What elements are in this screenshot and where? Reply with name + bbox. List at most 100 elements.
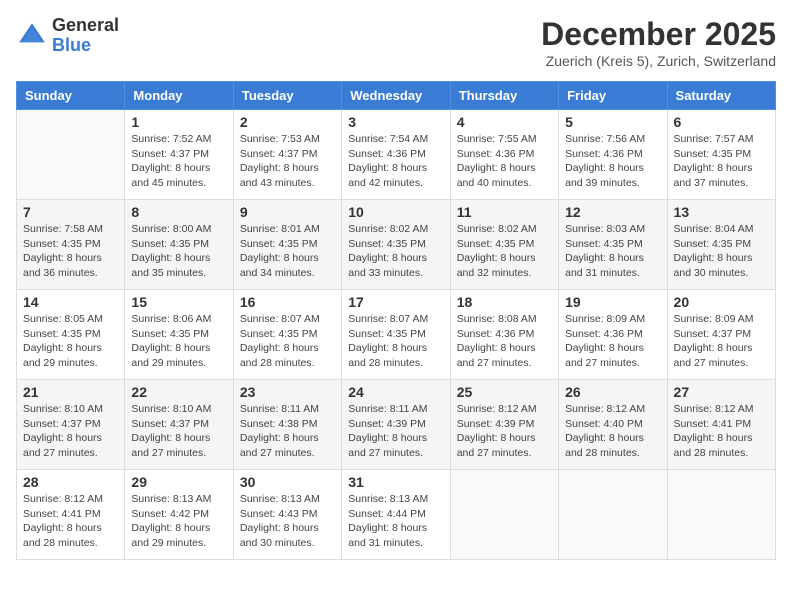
header-saturday: Saturday [667,82,775,110]
calendar-cell: 11 Sunrise: 8:02 AM Sunset: 4:35 PM Dayli… [450,200,558,290]
day-info: Sunrise: 8:05 AM Sunset: 4:35 PM Dayligh… [23,312,118,371]
day-info: Sunrise: 7:53 AM Sunset: 4:37 PM Dayligh… [240,132,335,191]
calendar-cell [559,470,667,560]
day-number: 3 [348,114,443,130]
day-number: 14 [23,294,118,310]
day-number: 15 [131,294,226,310]
day-info: Sunrise: 8:13 AM Sunset: 4:43 PM Dayligh… [240,492,335,551]
calendar-cell: 9Sunrise: 8:01 AM Sunset: 4:35 PM Daylig… [233,200,341,290]
calendar-cell: 25 Sunrise: 8:12 AM Sunset: 4:39 PM Dayli… [450,380,558,470]
day-number: 28 [23,474,118,490]
calendar-week-row: 28 Sunrise: 8:12 AM Sunset: 4:41 PM Dayli… [17,470,776,560]
calendar-cell: 1 Sunrise: 7:52 AM Sunset: 4:37 PM Daylig… [125,110,233,200]
calendar-cell: 3 Sunrise: 7:54 AM Sunset: 4:36 PM Daylig… [342,110,450,200]
day-number: 11 [457,204,552,220]
day-info: Sunrise: 8:12 AM Sunset: 4:39 PM Dayligh… [457,402,552,461]
day-info: Sunrise: 8:12 AM Sunset: 4:41 PM Dayligh… [23,492,118,551]
day-info: Sunrise: 8:12 AM Sunset: 4:41 PM Dayligh… [674,402,769,461]
day-number: 1 [131,114,226,130]
header-sunday: Sunday [17,82,125,110]
day-number: 13 [674,204,769,220]
calendar-header-row: SundayMondayTuesdayWednesdayThursdayFrid… [17,82,776,110]
calendar-cell: 8 Sunrise: 8:00 AM Sunset: 4:35 PM Daylig… [125,200,233,290]
day-info: Sunrise: 8:02 AM Sunset: 4:35 PM Dayligh… [457,222,552,281]
day-info: Sunrise: 7:55 AM Sunset: 4:36 PM Dayligh… [457,132,552,191]
day-number: 2 [240,114,335,130]
header-monday: Monday [125,82,233,110]
calendar-cell: 27 Sunrise: 8:12 AM Sunset: 4:41 PM Dayli… [667,380,775,470]
calendar-cell: 21Sunrise: 8:10 AM Sunset: 4:37 PM Dayli… [17,380,125,470]
day-number: 17 [348,294,443,310]
day-info: Sunrise: 8:10 AM Sunset: 4:37 PM Dayligh… [131,402,226,461]
calendar-week-row: 14 Sunrise: 8:05 AM Sunset: 4:35 PM Dayli… [17,290,776,380]
day-number: 24 [348,384,443,400]
calendar-cell: 30 Sunrise: 8:13 AM Sunset: 4:43 PM Dayli… [233,470,341,560]
logo-general-text: General [52,16,119,36]
day-number: 26 [565,384,660,400]
calendar-cell: 5 Sunrise: 7:56 AM Sunset: 4:36 PM Daylig… [559,110,667,200]
day-info: Sunrise: 8:02 AM Sunset: 4:35 PM Dayligh… [348,222,443,281]
logo-blue-text: Blue [52,36,119,56]
header-tuesday: Tuesday [233,82,341,110]
day-number: 20 [674,294,769,310]
day-info: Sunrise: 7:58 AM Sunset: 4:35 PM Dayligh… [23,222,118,281]
title-area: December 2025 Zuerich (Kreis 5), Zurich,… [541,16,776,69]
calendar-week-row: 21 Sunrise: 8:10 AM Sunset: 4:37 PM Dayli… [17,380,776,470]
day-info: Sunrise: 8:07 AM Sunset: 4:35 PM Dayligh… [240,312,335,371]
day-number: 27 [674,384,769,400]
calendar-week-row: 1 Sunrise: 7:52 AM Sunset: 4:37 PM Daylig… [17,110,776,200]
day-number: 30 [240,474,335,490]
day-info: Sunrise: 8:11 AM Sunset: 4:39 PM Dayligh… [348,402,443,461]
page-header: General Blue December 2025 Zuerich (Krei… [16,16,776,69]
day-number: 23 [240,384,335,400]
day-info: Sunrise: 7:56 AM Sunset: 4:36 PM Dayligh… [565,132,660,191]
day-info: Sunrise: 7:57 AM Sunset: 4:35 PM Dayligh… [674,132,769,191]
day-info: Sunrise: 8:03 AM Sunset: 4:35 PM Dayligh… [565,222,660,281]
calendar-cell: 17 Sunrise: 8:07 AM Sunset: 4:35 PM Dayli… [342,290,450,380]
day-info: Sunrise: 7:54 AM Sunset: 4:36 PM Dayligh… [348,132,443,191]
calendar-cell [450,470,558,560]
calendar-cell: 6 Sunrise: 7:57 AM Sunset: 4:35 PM Daylig… [667,110,775,200]
calendar-cell: 31 Sunrise: 8:13 AM Sunset: 4:44 PM Dayli… [342,470,450,560]
day-info: Sunrise: 8:09 AM Sunset: 4:37 PM Dayligh… [674,312,769,371]
calendar-cell: 13 Sunrise: 8:04 AM Sunset: 4:35 PM Dayli… [667,200,775,290]
day-number: 22 [131,384,226,400]
calendar-cell: 24 Sunrise: 8:11 AM Sunset: 4:39 PM Dayli… [342,380,450,470]
calendar-cell: 23 Sunrise: 8:11 AM Sunset: 4:38 PM Dayli… [233,380,341,470]
calendar-cell: 28 Sunrise: 8:12 AM Sunset: 4:41 PM Dayli… [17,470,125,560]
calendar-cell: 14 Sunrise: 8:05 AM Sunset: 4:35 PM Dayli… [17,290,125,380]
day-number: 4 [457,114,552,130]
day-info: Sunrise: 8:13 AM Sunset: 4:44 PM Dayligh… [348,492,443,551]
day-info: Sunrise: 7:52 AM Sunset: 4:37 PM Dayligh… [131,132,226,191]
day-number: 29 [131,474,226,490]
calendar-cell: 22 Sunrise: 8:10 AM Sunset: 4:37 PM Dayli… [125,380,233,470]
day-number: 5 [565,114,660,130]
day-number: 31 [348,474,443,490]
calendar-cell: 16Sunrise: 8:07 AM Sunset: 4:35 PM Dayli… [233,290,341,380]
header-wednesday: Wednesday [342,82,450,110]
calendar-cell: 26 Sunrise: 8:12 AM Sunset: 4:40 PM Dayli… [559,380,667,470]
day-number: 18 [457,294,552,310]
day-info: Sunrise: 8:12 AM Sunset: 4:40 PM Dayligh… [565,402,660,461]
day-number: 7 [23,204,118,220]
day-info: Sunrise: 8:00 AM Sunset: 4:35 PM Dayligh… [131,222,226,281]
day-number: 21 [23,384,118,400]
header-friday: Friday [559,82,667,110]
logo-text: General Blue [52,16,119,56]
day-number: 6 [674,114,769,130]
month-title: December 2025 [541,16,776,53]
calendar-cell: 19Sunrise: 8:09 AM Sunset: 4:36 PM Dayli… [559,290,667,380]
day-number: 25 [457,384,552,400]
calendar-cell: 10 Sunrise: 8:02 AM Sunset: 4:35 PM Dayli… [342,200,450,290]
day-number: 8 [131,204,226,220]
day-number: 12 [565,204,660,220]
calendar-cell: 18 Sunrise: 8:08 AM Sunset: 4:36 PM Dayli… [450,290,558,380]
calendar-cell: 7 Sunrise: 7:58 AM Sunset: 4:35 PM Daylig… [17,200,125,290]
location-subtitle: Zuerich (Kreis 5), Zurich, Switzerland [541,53,776,69]
day-info: Sunrise: 8:08 AM Sunset: 4:36 PM Dayligh… [457,312,552,371]
day-number: 10 [348,204,443,220]
day-info: Sunrise: 8:04 AM Sunset: 4:35 PM Dayligh… [674,222,769,281]
calendar-cell: 20 Sunrise: 8:09 AM Sunset: 4:37 PM Dayli… [667,290,775,380]
day-info: Sunrise: 8:11 AM Sunset: 4:38 PM Dayligh… [240,402,335,461]
day-info: Sunrise: 8:07 AM Sunset: 4:35 PM Dayligh… [348,312,443,371]
